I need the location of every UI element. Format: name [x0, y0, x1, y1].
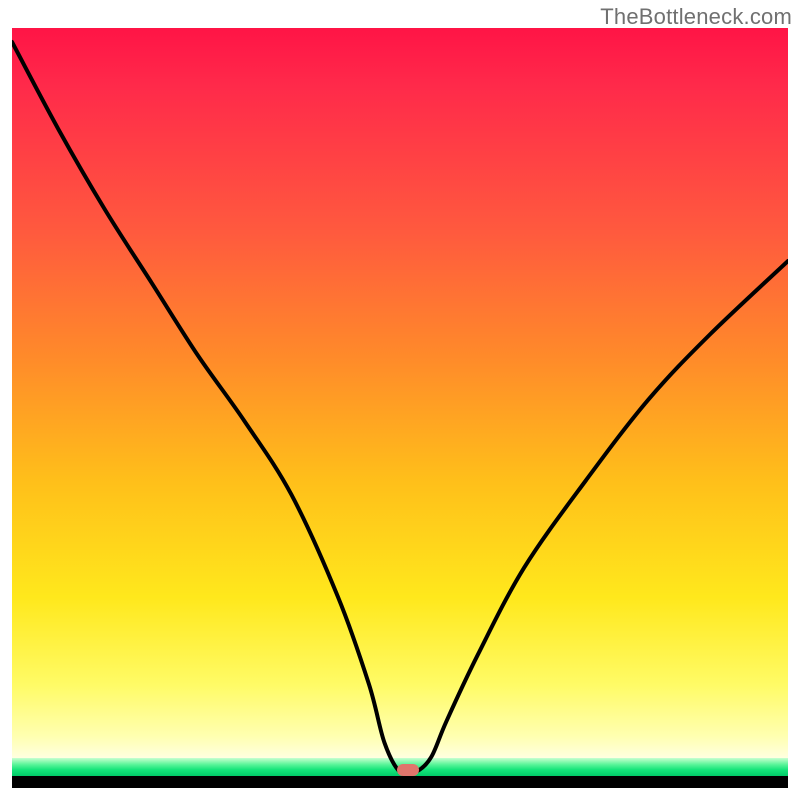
watermark-text: TheBottleneck.com [600, 4, 792, 30]
bottleneck-marker [397, 764, 419, 776]
bottleneck-curve [12, 28, 788, 788]
chart-container: TheBottleneck.com [0, 0, 800, 800]
plot-frame [12, 28, 788, 788]
